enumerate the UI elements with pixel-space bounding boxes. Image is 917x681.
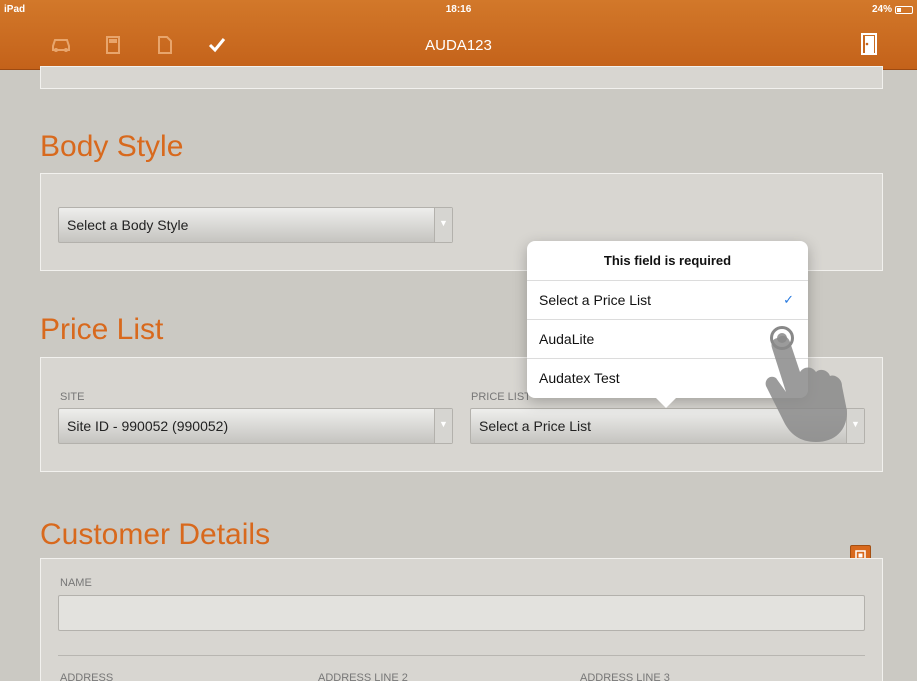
top-bar: iPad 18:16 24% AUDA123	[0, 0, 917, 70]
exit-door-icon[interactable]	[861, 33, 877, 60]
address-line-3-label: ADDRESS LINE 3	[580, 672, 670, 681]
status-bar: iPad 18:16 24%	[0, 0, 917, 20]
customer-details-title: Customer Details	[40, 518, 271, 551]
nav-title: AUDA123	[425, 37, 492, 54]
site-select[interactable]: Site ID - 990052 (990052) ▼	[58, 408, 453, 444]
address-label: ADDRESS	[60, 672, 114, 681]
checkmark-icon: ✓	[783, 292, 794, 307]
popover-header: This field is required	[527, 241, 808, 281]
name-input[interactable]	[58, 595, 865, 631]
name-label: NAME	[60, 577, 92, 589]
option-label: Audatex Test	[539, 370, 620, 386]
price-list-label: PRICE LIST	[471, 391, 531, 403]
price-list-title: Price List	[40, 313, 164, 346]
clock: 18:16	[445, 4, 472, 15]
option-label: AudaLite	[539, 331, 595, 347]
chevron-down-icon: ▼	[434, 208, 452, 242]
popover-option-select-price-list[interactable]: Select a Price List ✓	[527, 281, 808, 320]
site-select-value: Site ID - 990052 (990052)	[67, 418, 229, 434]
body-style-select-value: Select a Body Style	[67, 217, 189, 233]
divider	[58, 655, 865, 656]
pointing-hand-icon	[765, 335, 847, 442]
body-style-select[interactable]: Select a Body Style ▼	[58, 207, 453, 243]
address-line-2-label: ADDRESS LINE 2	[318, 672, 408, 681]
site-label: SITE	[60, 391, 85, 403]
battery-percent: 24%	[871, 4, 892, 15]
option-label: Select a Price List	[539, 292, 652, 308]
previous-section-panel	[40, 66, 883, 89]
body-style-title: Body Style	[40, 130, 184, 163]
price-list-select-value: Select a Price List	[479, 418, 592, 434]
battery-icon	[895, 5, 913, 14]
chevron-down-icon: ▼	[434, 409, 452, 443]
